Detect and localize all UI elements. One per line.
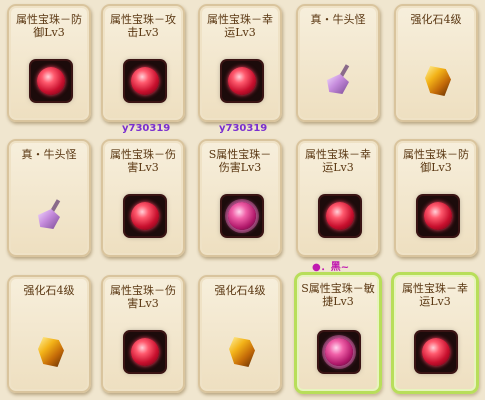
axe-horn-icon — [36, 199, 66, 233]
red-orb-icon — [228, 67, 256, 95]
pink-orb-icon — [325, 338, 353, 366]
red-orb-icon — [131, 338, 159, 366]
item-slot — [125, 332, 165, 372]
item-name: 属性宝珠－攻击Lv3 — [110, 13, 176, 39]
reward-grid: 属性宝珠－防御Lv3 属性宝珠－攻击Lv3 属性宝珠－幸运Lv3 真・牛头怪 强… — [0, 0, 485, 400]
item-card[interactable]: 属性宝珠－幸运Lv3 — [296, 139, 380, 257]
red-orb-icon — [131, 202, 159, 230]
item-card[interactable]: 强化石4级 — [394, 4, 478, 122]
item-card[interactable]: 属性宝珠－伤害Lv3 — [101, 139, 185, 257]
item-name: 属性宝珠－伤害Lv3 — [110, 284, 176, 310]
item-name: 真・牛头怪 — [310, 13, 366, 26]
item-name: 强化石4级 — [23, 284, 75, 297]
item-name: 真・牛头怪 — [21, 148, 77, 161]
item-slot — [320, 196, 360, 236]
red-orb-icon — [422, 338, 450, 366]
gold-stone-icon — [425, 66, 451, 96]
item-name: 属性宝珠－伤害Lv3 — [110, 148, 176, 174]
item-card[interactable]: 属性宝珠－攻击Lv3 — [101, 4, 185, 122]
item-card[interactable]: 属性宝珠－幸运Lv3 — [198, 4, 282, 122]
axe-horn-icon — [325, 64, 355, 98]
item-slot — [125, 196, 165, 236]
item-card[interactable]: 强化石4级 — [7, 275, 91, 393]
item-card[interactable]: 属性宝珠－防御Lv3 — [7, 4, 91, 122]
item-name: 属性宝珠－幸运Lv3 — [207, 13, 273, 39]
item-card[interactable]: S属性宝珠－伤害Lv3 — [198, 139, 282, 257]
item-card-selected[interactable]: 属性宝珠－幸运Lv3 — [391, 272, 479, 394]
item-name: 强化石4级 — [214, 284, 266, 297]
red-orb-icon — [424, 202, 452, 230]
item-name: 强化石4级 — [410, 13, 462, 26]
player-badge: ●．黑~ — [312, 262, 350, 273]
item-slot — [320, 61, 360, 101]
item-name: 属性宝珠－幸运Lv3 — [305, 148, 371, 174]
gold-stone-icon — [38, 337, 64, 367]
item-name: 属性宝珠－幸运Lv3 — [402, 282, 468, 308]
red-orb-icon — [37, 67, 65, 95]
item-name: 属性宝珠－防御Lv3 — [16, 13, 82, 39]
item-slot — [222, 196, 262, 236]
item-slot — [31, 332, 71, 372]
item-name: 属性宝珠－防御Lv3 — [403, 148, 469, 174]
player-name: y730319 — [122, 123, 171, 134]
item-card[interactable]: 真・牛头怪 — [7, 139, 91, 257]
player-name: y730319 — [219, 123, 268, 134]
item-card-selected[interactable]: S属性宝珠－敏捷Lv3 — [294, 272, 382, 394]
item-slot — [125, 61, 165, 101]
item-card[interactable]: 属性宝珠－伤害Lv3 — [101, 275, 185, 393]
item-slot — [222, 332, 262, 372]
item-slot — [31, 61, 71, 101]
item-slot — [319, 332, 359, 372]
red-orb-icon — [131, 67, 159, 95]
item-slot — [416, 332, 456, 372]
item-card[interactable]: 强化石4级 — [198, 275, 282, 393]
red-orb-icon — [326, 202, 354, 230]
item-slot — [418, 196, 458, 236]
pink-orb-icon — [228, 202, 256, 230]
item-card[interactable]: 属性宝珠－防御Lv3 — [394, 139, 478, 257]
item-slot — [31, 196, 71, 236]
item-name: S属性宝珠－伤害Lv3 — [208, 148, 272, 174]
item-slot — [222, 61, 262, 101]
gold-stone-icon — [229, 337, 255, 367]
item-slot — [418, 61, 458, 101]
item-card[interactable]: 真・牛头怪 — [296, 4, 380, 122]
item-name: S属性宝珠－敏捷Lv3 — [301, 282, 375, 308]
